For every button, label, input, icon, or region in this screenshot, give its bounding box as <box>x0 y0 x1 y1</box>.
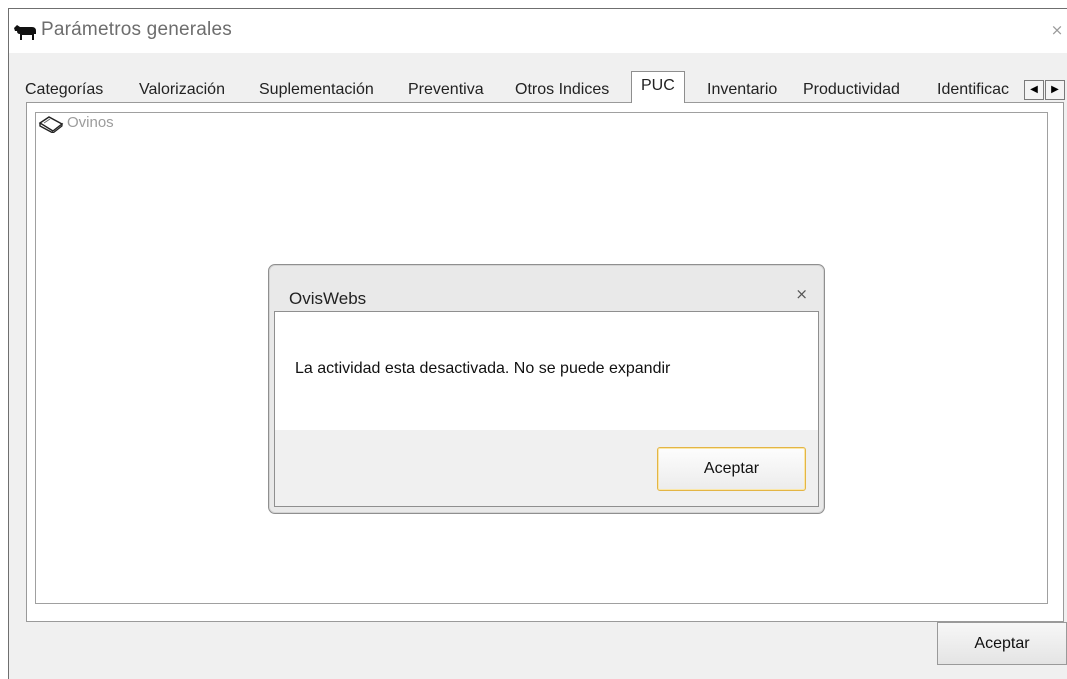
tab-puc[interactable]: PUC <box>631 71 685 103</box>
dialog-close-icon[interactable]: ⨯ <box>795 285 808 303</box>
dialog-aceptar-button[interactable]: Aceptar <box>657 447 806 491</box>
oviswebs-dialog: OvisWebs ⨯ La actividad esta desactivada… <box>268 264 825 514</box>
tab-scroll-buttons: ◀ ▶ <box>1021 80 1067 100</box>
tab-productividad[interactable]: Productividad <box>803 78 900 102</box>
tab-suplementacion[interactable]: Suplementación <box>259 78 374 102</box>
tree-node-label: Ovinos <box>67 114 114 131</box>
scroll-right-icon[interactable]: ▶ <box>1045 80 1065 100</box>
window-title: Parámetros generales <box>41 19 232 40</box>
tab-categorias[interactable]: Categorías <box>25 78 103 102</box>
dialog-title: OvisWebs <box>289 289 367 308</box>
aceptar-button[interactable]: Aceptar <box>937 622 1067 665</box>
tab-otros-indices[interactable]: Otros Indices <box>515 78 609 102</box>
tab-valorizacion[interactable]: Valorización <box>139 78 225 102</box>
scroll-left-icon[interactable]: ◀ <box>1024 80 1044 100</box>
title-bar: Parámetros generales ⨯ <box>9 9 1067 53</box>
close-icon[interactable]: ⨯ <box>1047 21 1067 41</box>
tab-preventiva[interactable]: Preventiva <box>408 78 484 102</box>
sheep-icon <box>14 25 36 40</box>
book-icon <box>38 116 64 133</box>
tab-inventario[interactable]: Inventario <box>707 78 777 102</box>
tab-strip: Categorías Valorización Suplementación P… <box>9 67 1067 105</box>
dialog-message-area: La actividad esta desactivada. No se pue… <box>275 312 818 430</box>
tab-identificacion[interactable]: Identificac <box>937 78 1009 102</box>
dialog-message: La actividad esta desactivada. No se pue… <box>295 360 671 377</box>
dialog-body: La actividad esta desactivada. No se pue… <box>274 311 819 507</box>
